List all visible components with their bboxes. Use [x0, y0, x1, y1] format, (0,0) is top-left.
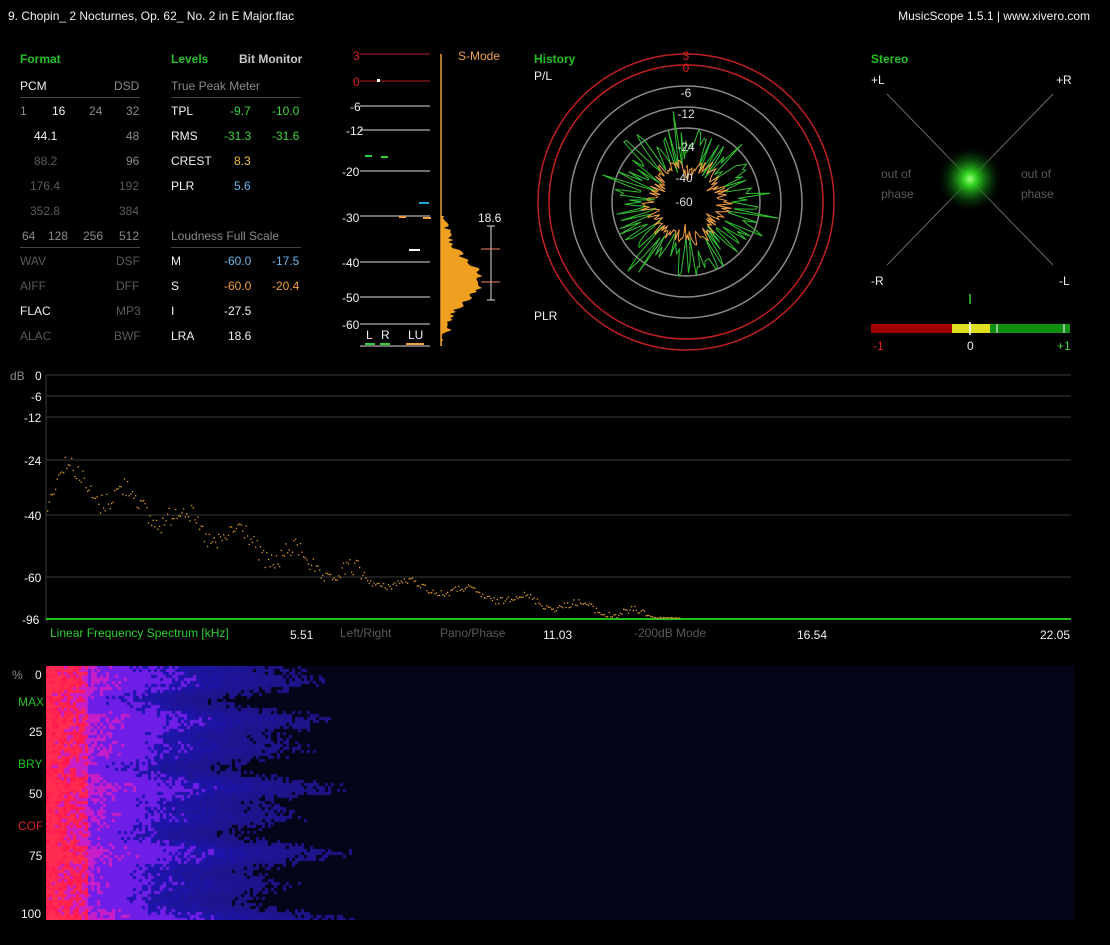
- corr-plus-1: +1: [1057, 339, 1071, 353]
- meter-tick-20: -20: [342, 165, 360, 179]
- meter-graphic: [360, 53, 500, 347]
- ring-24: -24: [677, 140, 695, 154]
- rate-352-8: 352.8: [30, 204, 61, 218]
- corr-minus-1: -1: [873, 339, 884, 353]
- container-mp3: MP3: [116, 304, 141, 318]
- bit-24: 24: [89, 104, 103, 118]
- s-label: S: [171, 279, 180, 293]
- levels-header: Levels: [171, 52, 209, 66]
- pano-phase-mode[interactable]: Pano/Phase: [440, 626, 505, 640]
- meter-tick-60: -60: [342, 318, 360, 332]
- rate-176-4: 176.4: [30, 179, 61, 193]
- lra-value: 18.6: [228, 329, 252, 343]
- lra-label: LRA: [171, 329, 195, 343]
- i-label: I: [171, 304, 175, 318]
- pct-tick-50: 50: [29, 787, 43, 801]
- bry-marker: BRY: [18, 757, 43, 771]
- meter-tick-30: -30: [342, 211, 360, 225]
- freq-tick-5-51: 5.51: [290, 628, 314, 642]
- tpl-right: -10.0: [272, 104, 300, 118]
- bit-16: 16: [52, 104, 66, 118]
- true-peak-label: True Peak Meter: [171, 79, 260, 93]
- stereo-header: Stereo: [871, 52, 909, 66]
- dsd-512: 512: [119, 229, 140, 243]
- format-header: Format: [20, 52, 61, 66]
- dsd-256: 256: [83, 229, 104, 243]
- container-aiff: AIFF: [20, 279, 46, 293]
- meter-tick-0: 0: [353, 75, 360, 89]
- meter-tick-50: -50: [342, 291, 360, 305]
- rate-88-2: 88.2: [34, 154, 58, 168]
- left-right-mode[interactable]: Left/Right: [340, 626, 391, 640]
- history-radar: 3 0 -6 -12 -24 -40 -60: [537, 49, 835, 351]
- bit-monitor-tab[interactable]: Bit Monitor: [239, 52, 302, 66]
- lra-meter-value: 18.6: [478, 211, 502, 225]
- corr-zero: 0: [967, 339, 974, 353]
- m-label: M: [171, 254, 181, 268]
- container-alac: ALAC: [20, 329, 52, 343]
- rms-left: -31.3: [224, 129, 252, 143]
- ring-60: -60: [675, 195, 693, 209]
- meter-tick-12: -12: [346, 124, 364, 138]
- m-value-a: -60.0: [224, 254, 252, 268]
- max-marker: MAX: [18, 695, 45, 709]
- freq-tick-22-05: 22.05: [1040, 628, 1071, 642]
- channel-lu: LU: [408, 328, 424, 342]
- ring-0: 0: [683, 61, 690, 75]
- plr-value: 5.6: [234, 179, 251, 193]
- rate-96: 96: [126, 154, 140, 168]
- dsd-128: 128: [48, 229, 69, 243]
- s-mode-button[interactable]: S-Mode: [458, 49, 500, 63]
- rms-right: -31.6: [272, 129, 300, 143]
- spectrogram-canvas: [46, 666, 1074, 920]
- s-value-b: -20.4: [272, 279, 300, 293]
- freq-tick-11-03: 11.03: [543, 628, 573, 642]
- crest-label: CREST: [171, 154, 212, 168]
- freq-tick-16-54: 16.54: [797, 628, 828, 642]
- spectrum-title: Linear Frequency Spectrum [kHz]: [50, 626, 229, 640]
- loudness-label: Loudness Full Scale: [171, 229, 280, 243]
- plr-label: PLR: [171, 179, 195, 193]
- ring-40: -40: [675, 171, 693, 185]
- bit-32: 32: [126, 104, 140, 118]
- container-dff: DFF: [116, 279, 140, 293]
- ring-12: -12: [677, 107, 695, 121]
- pct-tick-75: 75: [29, 849, 43, 863]
- meter-tick-3: 3: [353, 49, 360, 63]
- tpl-left: -9.7: [230, 104, 251, 118]
- stereo-scope: [871, 93, 1070, 335]
- m-value-b: -17.5: [272, 254, 300, 268]
- rms-label: RMS: [171, 129, 198, 143]
- s-value-a: -60.0: [224, 279, 252, 293]
- tpl-label: TPL: [171, 104, 194, 118]
- pct-tick-25: 25: [29, 725, 43, 739]
- pct-label: %: [12, 668, 23, 682]
- cof-marker: COF: [18, 819, 44, 833]
- rate-192: 192: [119, 179, 140, 193]
- track-title: 9. Chopin_ 2 Nocturnes, Op. 62_ No. 2 in…: [8, 9, 295, 23]
- dsd-64: 64: [22, 229, 36, 243]
- container-dsf: DSF: [116, 254, 140, 268]
- rate-384: 384: [119, 204, 140, 218]
- ring-6: -6: [681, 86, 692, 100]
- pcm-label[interactable]: PCM: [20, 79, 47, 93]
- rate-44-1: 44.1: [34, 129, 58, 143]
- bit-1: 1: [20, 104, 27, 118]
- container-wav: WAV: [20, 254, 46, 268]
- crest-value: 8.3: [234, 154, 251, 168]
- meter-tick-40: -40: [342, 256, 360, 270]
- channel-l: L: [366, 328, 373, 342]
- spectrum-plot: [45, 374, 1071, 622]
- dsd-label[interactable]: DSD: [114, 79, 139, 93]
- rate-48: 48: [126, 129, 140, 143]
- container-flac: FLAC: [20, 304, 51, 318]
- app-title: MusicScope 1.5.1 | www.xivero.com: [898, 9, 1090, 23]
- pct-tick-100: 100: [21, 907, 42, 921]
- i-value: -27.5: [224, 304, 252, 318]
- channel-r: R: [381, 328, 390, 342]
- minus-200db-mode[interactable]: -200dB Mode: [634, 626, 706, 640]
- meter-tick-6: -6: [350, 100, 361, 114]
- container-bwf: BWF: [114, 329, 141, 343]
- pct-tick-0: 0: [35, 668, 42, 682]
